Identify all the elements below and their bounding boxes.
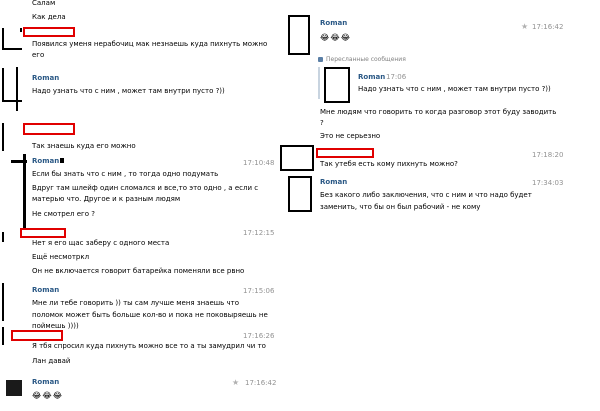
redacted-avatar bbox=[288, 15, 310, 55]
star-icon[interactable]: ★ bbox=[521, 22, 528, 31]
message-text: Если бы знать что с ним , то тогда одно … bbox=[32, 170, 219, 178]
message-text: Лан давай bbox=[32, 357, 71, 365]
sender-name[interactable]: Roman bbox=[32, 378, 59, 387]
redacted-avatar bbox=[2, 232, 4, 242]
message-emoji: 😂😂😂 bbox=[320, 33, 352, 42]
message-time[interactable]: 17:16:42 bbox=[245, 379, 276, 388]
sender-name[interactable]: Roman bbox=[32, 286, 59, 295]
message-time[interactable]: 17:10:48 bbox=[243, 159, 274, 168]
message-time[interactable]: 17:18:20 bbox=[532, 151, 563, 160]
redacted-name bbox=[23, 27, 75, 37]
redacted-avatar bbox=[280, 145, 314, 171]
redacted-avatar bbox=[288, 176, 312, 212]
forwarded-text: Надо узнать что с ним , может там внутри… bbox=[358, 85, 551, 93]
redacted-avatar bbox=[60, 158, 64, 163]
sender-name[interactable]: Roman bbox=[320, 178, 347, 187]
message-text: Он не включается говорит батарейка помен… bbox=[32, 267, 245, 275]
message-time[interactable]: 17:34:03 bbox=[532, 179, 563, 188]
sender-name[interactable]: Roman bbox=[32, 157, 59, 166]
avatar[interactable] bbox=[6, 380, 22, 396]
message-text: его bbox=[32, 51, 45, 59]
message-time[interactable]: 17:16:42 bbox=[532, 23, 563, 32]
right-chat-column: Roman ★ 17:16:42 😂😂😂 Пересланные сообщен… bbox=[280, 0, 600, 411]
redacted-avatar bbox=[2, 68, 4, 102]
sender-name[interactable]: Roman bbox=[32, 74, 59, 83]
message-text: Мне людям что говорить то когда разговор… bbox=[320, 108, 557, 116]
message-text: матерью что. Другое и к разным людям bbox=[32, 195, 181, 203]
redacted-avatar bbox=[2, 283, 4, 321]
redacted-avatar bbox=[324, 67, 350, 103]
message-text: Появился уменя нерабочиц мак незнаешь ку… bbox=[32, 40, 268, 48]
redacted-name bbox=[20, 228, 66, 238]
message-time[interactable]: 17:12:15 bbox=[243, 229, 274, 238]
message-divider bbox=[2, 100, 22, 102]
message-text: Так утебя есть кому пихнуть можно? bbox=[320, 160, 458, 168]
message-time[interactable]: 17:16:26 bbox=[243, 332, 274, 341]
message-text: Салам bbox=[32, 0, 56, 7]
redacted-avatar bbox=[2, 48, 22, 50]
message-text: Не смотрел его ? bbox=[32, 210, 95, 218]
message-text: Вдруг там шлейф один сломался и все,то э… bbox=[32, 184, 259, 192]
message-text: Я тбя спросил куда пихнуть можно все то … bbox=[32, 342, 266, 350]
redacted-name bbox=[11, 330, 63, 341]
message-text: Мне ли тебе говорить )) ты сам лучше мен… bbox=[32, 299, 240, 307]
message-text: Ещё несмотркл bbox=[32, 253, 90, 261]
redacted-avatar bbox=[2, 327, 4, 345]
redacted-name bbox=[23, 123, 75, 135]
message-time[interactable]: 17:15:06 bbox=[243, 287, 274, 296]
message-text: Без какого либо заключения, что с ним и … bbox=[320, 191, 532, 199]
message-text: заменить, что бы он был рабочий - не ком… bbox=[320, 203, 481, 211]
message-text: ? bbox=[320, 119, 324, 127]
message-emoji: 😂😂😂 bbox=[32, 391, 64, 400]
forward-quote-bar bbox=[318, 67, 320, 99]
message-divider bbox=[16, 67, 18, 111]
message-text: Это не серьезно bbox=[320, 132, 381, 140]
message-text: Так знаешь куда его можно bbox=[32, 142, 136, 150]
forwarded-label: Пересланные сообщения bbox=[326, 56, 406, 63]
message-text: Нет я его щас заберу с одного места bbox=[32, 239, 170, 247]
forwarded-time: 17:06 bbox=[386, 73, 407, 81]
redacted-avatar bbox=[23, 154, 26, 232]
message-text: Как дела bbox=[32, 13, 66, 21]
forwarded-sender-name[interactable]: Roman bbox=[358, 73, 385, 82]
star-icon[interactable]: ★ bbox=[232, 378, 239, 387]
forward-icon bbox=[318, 57, 323, 62]
redacted-name bbox=[316, 148, 374, 158]
sender-name[interactable]: Roman bbox=[320, 19, 347, 28]
redacted-avatar bbox=[20, 28, 22, 32]
redacted-avatar bbox=[2, 28, 4, 50]
message-text: поломок может быть больше кол-во и пока … bbox=[32, 311, 268, 319]
redacted-avatar bbox=[2, 123, 4, 151]
left-chat-column: Салам Как дела Появился уменя нерабочиц … bbox=[0, 0, 280, 411]
message-text: Надо узнать что с ним , может там внутри… bbox=[32, 87, 225, 95]
